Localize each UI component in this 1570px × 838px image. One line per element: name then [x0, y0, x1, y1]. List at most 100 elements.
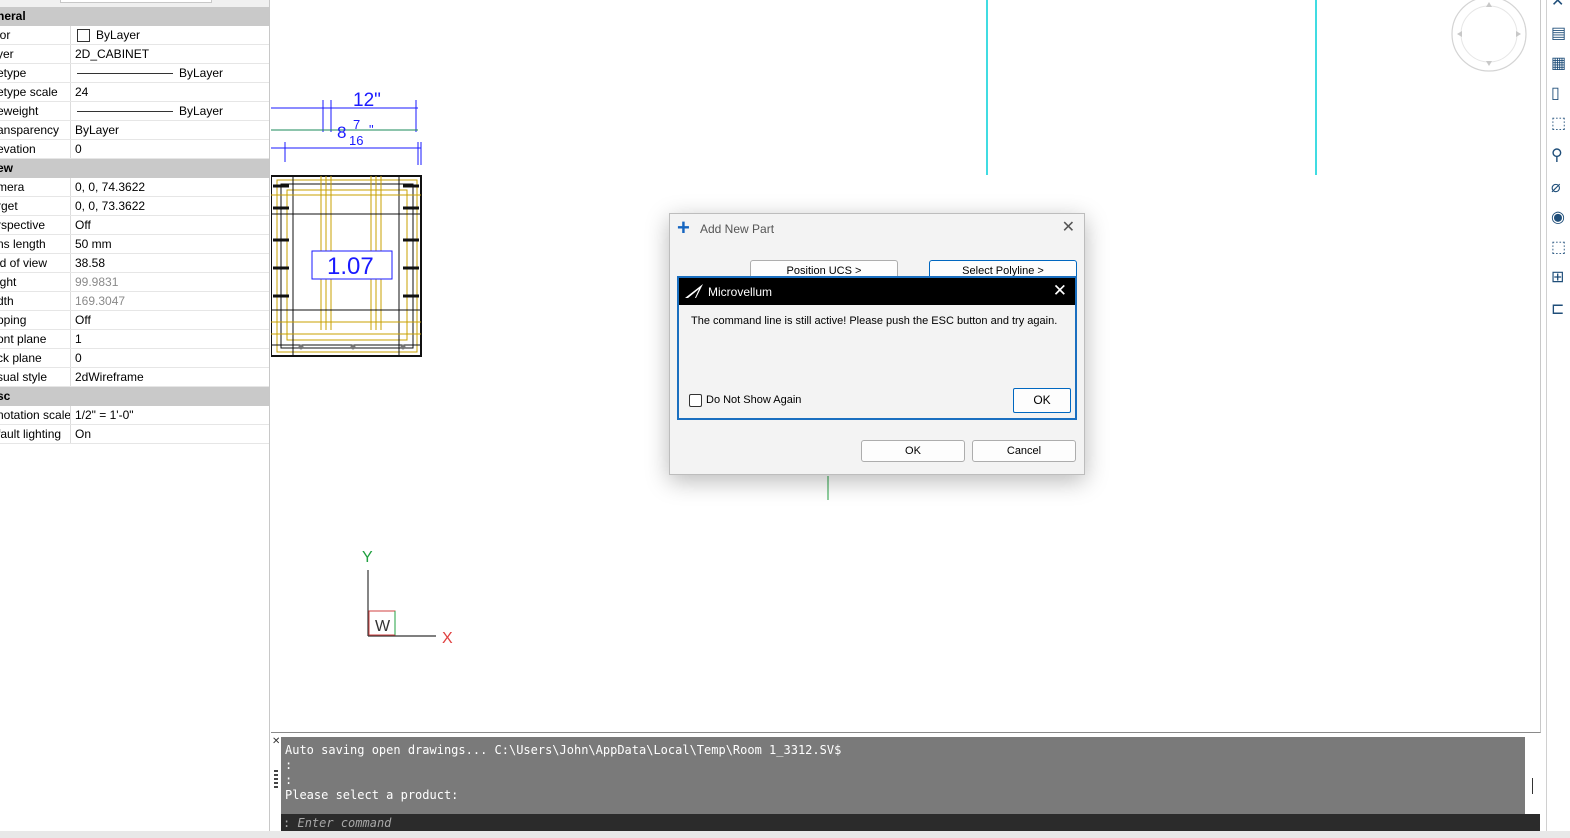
- property-row[interactable]: ont plane 1: [0, 330, 269, 349]
- property-name: rget: [0, 197, 71, 215]
- tool-table-icon[interactable]: ▦: [1551, 54, 1570, 74]
- property-row[interactable]: pping Off: [0, 311, 269, 330]
- command-placeholder: Enter command: [297, 816, 392, 830]
- ucs-x-label: X: [442, 630, 453, 647]
- command-line-grip-icon[interactable]: [274, 770, 278, 790]
- ucs-y-label: Y: [362, 549, 373, 566]
- property-name: ansparency: [0, 121, 71, 139]
- property-row[interactable]: mera 0, 0, 74.3622: [0, 178, 269, 197]
- property-value-text: ByLayer: [75, 123, 120, 137]
- property-row[interactable]: rspective Off: [0, 216, 269, 235]
- property-row[interactable]: etype ByLayer: [0, 64, 269, 83]
- dimension-inner-inch: ": [369, 122, 374, 137]
- property-value-text: 24: [75, 85, 89, 99]
- property-name: ight: [0, 273, 71, 291]
- property-value[interactable]: On: [71, 425, 269, 443]
- dialog-close-icon[interactable]: ✕: [1062, 218, 1075, 238]
- command-scrollbar[interactable]: [1532, 778, 1533, 794]
- navigation-wheel-icon[interactable]: [1451, 0, 1527, 72]
- property-name: pping: [0, 311, 71, 329]
- property-value[interactable]: ByLayer: [71, 64, 269, 82]
- property-value[interactable]: 0: [71, 140, 269, 158]
- property-value-text: ByLayer: [179, 104, 224, 118]
- property-name: evation: [0, 140, 71, 158]
- property-value[interactable]: 1/2" = 1'-0": [71, 406, 269, 424]
- property-section-header[interactable]: ew: [0, 159, 269, 178]
- property-value-text: 169.3047: [75, 294, 126, 308]
- property-row[interactable]: ns length 50 mm: [0, 235, 269, 254]
- properties-grid: nerallor ByLayer yer 2D_CABINETetype ByLayer…: [0, 7, 269, 444]
- property-value[interactable]: 2D_CABINET: [71, 45, 269, 63]
- property-section-header[interactable]: sc: [0, 387, 269, 406]
- property-value[interactable]: 0, 0, 73.3622: [71, 197, 269, 215]
- command-line-panel: ✕ Auto saving open drawings... C:\Users\…: [271, 734, 1541, 838]
- property-value[interactable]: ByLayer: [71, 26, 269, 44]
- tool-dimension-icon[interactable]: ⊏: [1551, 300, 1570, 320]
- object-selector[interactable]: [60, 0, 212, 3]
- property-section-header[interactable]: neral: [0, 7, 269, 26]
- do-not-show-label[interactable]: Do Not Show Again: [706, 394, 801, 406]
- property-row[interactable]: sual style 2dWireframe: [0, 368, 269, 387]
- dimension-top-label: 12": [353, 90, 381, 111]
- history-line: Auto saving open drawings... C:\Users\Jo…: [285, 743, 842, 757]
- cabinet-label: 1.07: [327, 253, 374, 280]
- property-value[interactable]: 1: [71, 330, 269, 348]
- property-row[interactable]: ansparency ByLayer: [0, 121, 269, 140]
- tool-select-area-icon[interactable]: ⬚: [1551, 114, 1570, 134]
- tool-layers-icon[interactable]: ▤: [1551, 24, 1570, 44]
- property-row[interactable]: dth 169.3047: [0, 292, 269, 311]
- tool-eye-icon[interactable]: ◉: [1551, 208, 1570, 228]
- tool-document-icon[interactable]: ▯: [1551, 84, 1570, 104]
- property-row[interactable]: yer 2D_CABINET: [0, 45, 269, 64]
- property-row[interactable]: ld of view 38.58: [0, 254, 269, 273]
- tool-grid-icon[interactable]: ⊞: [1551, 268, 1570, 288]
- command-line-close-icon[interactable]: ✕: [272, 736, 280, 747]
- property-value[interactable]: 169.3047: [71, 292, 269, 310]
- property-value[interactable]: 50 mm: [71, 235, 269, 253]
- property-value[interactable]: 99.9831: [71, 273, 269, 291]
- property-value-text: 2dWireframe: [75, 370, 144, 384]
- property-row[interactable]: rget 0, 0, 73.3622: [0, 197, 269, 216]
- property-value[interactable]: Off: [71, 216, 269, 234]
- property-name: etype: [0, 64, 71, 82]
- property-name: dth: [0, 292, 71, 310]
- status-bar: [0, 831, 1570, 838]
- tool-selection-icon[interactable]: ⬚: [1551, 238, 1570, 258]
- property-row[interactable]: lor ByLayer: [0, 26, 269, 45]
- property-value-text: 38.58: [75, 256, 106, 270]
- property-value-text: Off: [75, 313, 91, 327]
- cancel-button[interactable]: Cancel: [972, 440, 1076, 462]
- property-name: ns length: [0, 235, 71, 253]
- property-value[interactable]: 38.58: [71, 254, 269, 272]
- property-name: notation scale: [0, 406, 71, 424]
- right-toolbar: ✕ ▤ ▦ ▯ ⬚ ⚲ ⌀ ◉ ⬚ ⊞ ⊏: [1546, 0, 1570, 838]
- tool-hide-icon[interactable]: ⌀: [1551, 178, 1570, 198]
- property-row[interactable]: etype scale 24: [0, 83, 269, 102]
- property-value-text: 0, 0, 74.3622: [75, 180, 146, 194]
- message-box-close-icon[interactable]: ✕: [1053, 281, 1067, 301]
- property-value[interactable]: 2dWireframe: [71, 368, 269, 386]
- property-value[interactable]: Off: [71, 311, 269, 329]
- property-row[interactable]: evation 0: [0, 140, 269, 159]
- history-line: :: [285, 758, 293, 772]
- property-row[interactable]: ight 99.9831: [0, 273, 269, 292]
- property-row[interactable]: eweight ByLayer: [0, 102, 269, 121]
- property-value[interactable]: ByLayer: [71, 121, 269, 139]
- property-value[interactable]: 0: [71, 349, 269, 367]
- property-name: fault lighting: [0, 425, 71, 443]
- do-not-show-checkbox[interactable]: [689, 394, 702, 407]
- tool-link-icon[interactable]: ⚲: [1551, 146, 1570, 166]
- properties-toolbar: [0, 0, 269, 7]
- property-row[interactable]: ck plane 0: [0, 349, 269, 368]
- property-value-text: 1: [75, 332, 82, 346]
- property-value-text: ByLayer: [179, 66, 224, 80]
- message-ok-button[interactable]: OK: [1013, 388, 1071, 413]
- property-value[interactable]: 0, 0, 74.3622: [71, 178, 269, 196]
- property-row[interactable]: notation scale 1/2" = 1'-0": [0, 406, 269, 425]
- tool-close-icon[interactable]: ✕: [1551, 0, 1570, 12]
- message-box-titlebar: Microvellum ✕: [679, 278, 1075, 305]
- property-value[interactable]: 24: [71, 83, 269, 101]
- property-row[interactable]: fault lighting On: [0, 425, 269, 444]
- property-value[interactable]: ByLayer: [71, 102, 269, 120]
- ok-button[interactable]: OK: [861, 440, 965, 462]
